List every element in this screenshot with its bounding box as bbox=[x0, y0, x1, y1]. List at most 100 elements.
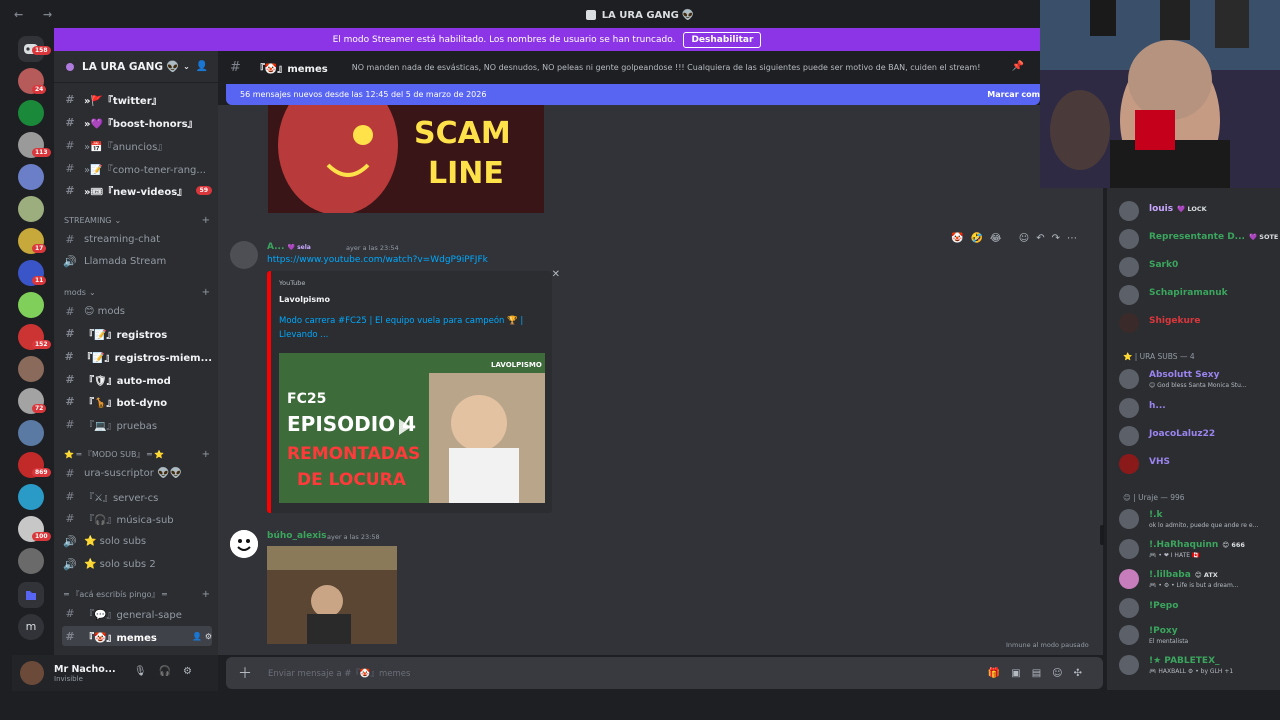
member-item[interactable]: !Poxy El mentalista bbox=[1119, 624, 1280, 646]
pin-icon[interactable]: 📌 bbox=[1012, 61, 1024, 72]
server-avatar-m[interactable]: m bbox=[18, 614, 44, 640]
add-channel-icon[interactable]: + bbox=[202, 287, 210, 298]
member-item[interactable]: Representante D... 💜 SOTE bbox=[1119, 228, 1280, 250]
channel-label: ura-suscriptor 👽👽 bbox=[84, 467, 182, 479]
paused-note: Inmune al modo pausado bbox=[1006, 641, 1089, 649]
reaction-icons[interactable]: 🤡🤣😂 bbox=[951, 233, 1009, 244]
channel-memes[interactable]: # 『🤡』memes 👤 ⚙ bbox=[62, 626, 212, 646]
mark-as-read-button[interactable]: Marcar com bbox=[987, 90, 1040, 99]
add-attachment-icon[interactable]: ＋ bbox=[238, 663, 252, 683]
avatar[interactable] bbox=[230, 241, 258, 269]
channel-streaming-chat[interactable]: # streaming-chat bbox=[62, 229, 212, 249]
category-modo-sub[interactable]: ⭐ ═ 『MODO SUB』 ═ ⭐ + bbox=[64, 449, 210, 460]
composer-tools[interactable]: 🎁▣▤☺✣ bbox=[988, 668, 1093, 679]
server-avatar-8[interactable] bbox=[18, 292, 44, 318]
member-item[interactable]: h... bbox=[1119, 397, 1280, 419]
member-item[interactable]: Schapiramanuk bbox=[1119, 284, 1280, 306]
channel-general-sape[interactable]: # 『💬』general-sape bbox=[62, 603, 212, 623]
category-streaming[interactable]: STREAMING ⌄ + bbox=[64, 215, 210, 226]
channel-registros[interactable]: # 『📝』registros bbox=[62, 323, 212, 343]
emoji-icon[interactable]: ☺ bbox=[1052, 668, 1073, 679]
sticker-icon[interactable]: ▤ bbox=[1032, 668, 1052, 679]
folder-icon[interactable] bbox=[18, 582, 44, 608]
apps-icon[interactable]: ✣ bbox=[1074, 668, 1093, 679]
category-mods[interactable]: mods ⌄ + bbox=[64, 287, 210, 298]
member-item[interactable]: !★ PABLETEX_ 🎮 HAXBALL ⚙ • by GLH +1 bbox=[1119, 654, 1280, 676]
member-item[interactable]: Sark0 bbox=[1119, 256, 1280, 278]
channel-bot-dyno[interactable]: # 『🦒』bot-dyno bbox=[62, 391, 212, 411]
voice-llamada-stream[interactable]: 🔊 Llamada Stream bbox=[62, 251, 212, 271]
forward-icon[interactable]: ↷ bbox=[1052, 233, 1067, 244]
server-avatar-4[interactable] bbox=[18, 164, 44, 190]
server-avatar-12[interactable] bbox=[18, 420, 44, 446]
avatar[interactable] bbox=[20, 661, 44, 685]
channel-registros-miembros[interactable]: # 『📝』registros-miem... bbox=[62, 346, 212, 366]
video-thumbnail[interactable]: FC25 EPISODIO 4 REMONTADAS DE LOCURA LAV… bbox=[279, 353, 545, 503]
category-aca-escribis-pingo[interactable]: ═ 『acá escribís pingo』 ═ + bbox=[64, 589, 210, 600]
server-avatar-2[interactable] bbox=[18, 100, 44, 126]
channel-boost-honors[interactable]: # »💜『boost-honors』 bbox=[62, 112, 212, 132]
disable-streamer-button[interactable]: Deshabilitar bbox=[683, 31, 762, 48]
message-hover-tools[interactable]: 🤡🤣😂 ☺↶↷⋯ bbox=[951, 233, 1084, 244]
channel-anuncios[interactable]: # »📅『anuncios』 bbox=[62, 135, 212, 155]
gear-icon[interactable]: ⚙ bbox=[183, 666, 204, 677]
invite-people-icon[interactable]: 👤 bbox=[196, 61, 208, 72]
headphones-icon[interactable]: 🎧 bbox=[159, 666, 183, 677]
hash-icon: # bbox=[65, 92, 75, 106]
channel-auto-mod[interactable]: # 『🛡』auto-mod bbox=[62, 369, 212, 389]
emoji-icon[interactable]: ☺ bbox=[1019, 233, 1036, 244]
voice-solo-subs[interactable]: 🔊 ⭐ solo subs bbox=[62, 531, 212, 551]
user-controls[interactable]: 🎙🎧⚙ bbox=[134, 666, 204, 677]
server-avatar-5[interactable] bbox=[18, 196, 44, 222]
new-messages-bar[interactable]: 56 mensajes nuevos desde las 12:45 del 5… bbox=[226, 84, 1040, 105]
embed-title[interactable]: Modo carrera #FC25 | El equipo vuela par… bbox=[279, 314, 541, 342]
embed-author[interactable]: Lavolpismo bbox=[279, 295, 330, 304]
channel-mods[interactable]: # 😊 mods bbox=[62, 301, 212, 321]
server-icon bbox=[585, 10, 596, 20]
gif-icon[interactable]: ▣ bbox=[1011, 668, 1031, 679]
member-item[interactable]: !.HaRhaquinn 😊 666 🎮 • ❤ I HATE 🇨🇦 bbox=[1119, 538, 1280, 560]
channel-twitter[interactable]: # »🚩『twitter』 bbox=[62, 89, 212, 109]
channel-pruebas[interactable]: # 『💻』pruebas bbox=[62, 414, 212, 434]
server-header[interactable]: LA URA GANG 👽 ⌄ 👤 bbox=[54, 51, 218, 83]
video-attachment[interactable] bbox=[267, 546, 397, 644]
message-composer[interactable]: ＋ Enviar mensaje a #『🤡』memes 🎁▣▤☺✣ bbox=[226, 657, 1103, 689]
add-channel-icon[interactable]: + bbox=[202, 215, 210, 226]
server-avatar-16[interactable] bbox=[18, 548, 44, 574]
message-input[interactable]: Enviar mensaje a #『🤡』memes bbox=[268, 667, 410, 679]
member-item[interactable]: !Pepo bbox=[1119, 597, 1280, 619]
member-item[interactable]: VHS bbox=[1119, 453, 1280, 475]
voice-solo-subs-2[interactable]: 🔊 ⭐ solo subs 2 bbox=[62, 554, 212, 574]
channel-topic[interactable]: NO manden nada de esvásticas, NO desnudo… bbox=[352, 63, 992, 72]
channel-new-videos[interactable]: # »🎟『new-videos』 59 bbox=[62, 180, 212, 200]
add-channel-icon[interactable]: + bbox=[202, 589, 210, 600]
channel-ura-suscriptor[interactable]: # ura-suscriptor 👽👽 bbox=[62, 463, 212, 483]
member-item[interactable]: louis 💜 LOCK bbox=[1119, 200, 1280, 222]
channel-server-cs[interactable]: # 『⚔』server-cs bbox=[62, 486, 212, 506]
channel-settings-icons[interactable]: 👤 ⚙ bbox=[192, 632, 212, 641]
microphone-icon[interactable]: 🎙 bbox=[134, 666, 159, 677]
server-avatar-10[interactable] bbox=[18, 356, 44, 382]
member-item[interactable]: !.k ok lo admito, puede que ande re e... bbox=[1119, 508, 1280, 530]
reply-icon[interactable]: ↶ bbox=[1036, 233, 1051, 244]
message-author[interactable]: A... 💜 sela bbox=[267, 242, 311, 252]
member-item[interactable]: !.lilbaba 😊 ATX 🎮 • ⚙ • Life is but a drea… bbox=[1119, 568, 1280, 590]
close-icon[interactable]: ✕ bbox=[552, 269, 560, 280]
message-author[interactable]: búho_alexis bbox=[267, 531, 326, 541]
member-item[interactable]: Shigekure bbox=[1119, 312, 1280, 334]
gift-icon[interactable]: 🎁 bbox=[988, 668, 1011, 679]
channel-musica-sub[interactable]: # 『🎧』música-sub bbox=[62, 508, 212, 528]
meme-image[interactable]: SCAM LINE bbox=[268, 105, 544, 213]
member-item[interactable]: Absolutt Sexy 😊 God bless Santa Monica St… bbox=[1119, 368, 1280, 390]
add-channel-icon[interactable]: + bbox=[202, 449, 210, 460]
member-status: 🎮 HAXBALL ⚙ • by GLH +1 bbox=[1149, 668, 1234, 675]
nav-arrows[interactable]: ← → bbox=[14, 8, 60, 21]
server-avatar-14[interactable] bbox=[18, 484, 44, 510]
streamer-mode-banner: El modo Streamer está habilitado. Los no… bbox=[54, 28, 1040, 51]
avatar[interactable] bbox=[230, 530, 258, 558]
channel-como-tener-rango[interactable]: # »📝『como-tener-rang... bbox=[62, 158, 212, 178]
more-icon[interactable]: ⋯ bbox=[1067, 233, 1084, 244]
scrollbar[interactable] bbox=[1100, 525, 1104, 545]
message-link[interactable]: https://www.youtube.com/watch?v=WdgP9iPF… bbox=[267, 255, 488, 265]
member-item[interactable]: JoacoLaluz22 bbox=[1119, 425, 1280, 447]
